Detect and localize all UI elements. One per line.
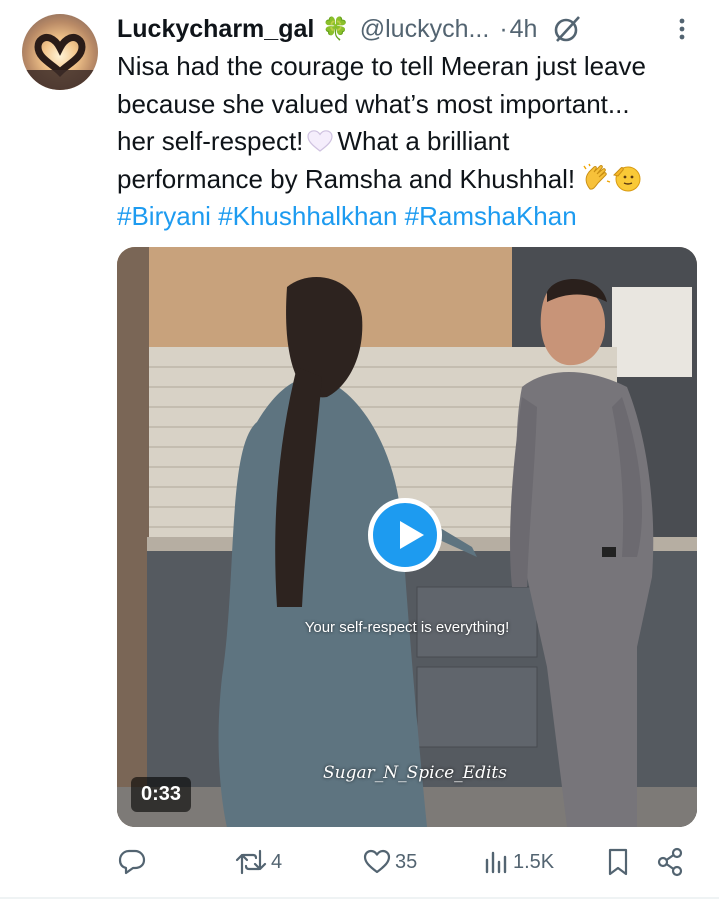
saluting-face-emoji (613, 166, 641, 191)
like-count: 35 (395, 850, 418, 873)
tweet-line-1: Nisa had the courage to tell Meeran just… (117, 51, 646, 81)
play-button[interactable] (368, 498, 442, 572)
white-heart-emoji (307, 130, 334, 152)
retweet-icon (235, 849, 267, 875)
reply-button[interactable] (117, 845, 147, 879)
display-name[interactable]: Luckycharm_gal (117, 15, 314, 44)
tweet-line-4a: performance by Ramsha and Khushhal! (117, 163, 576, 194)
tweet-line-3a: her self-respect! (117, 126, 304, 156)
avatar[interactable] (22, 14, 98, 90)
timestamp[interactable]: 4h (510, 15, 538, 44)
video-duration: 0:33 (131, 777, 192, 812)
grok-icon[interactable] (551, 13, 583, 45)
video-player[interactable]: Your self-respect is everything! Sugar_N… (117, 247, 697, 827)
share-button[interactable] (656, 845, 684, 879)
video-caption: Your self-respect is everything! (304, 619, 510, 636)
user-handle[interactable]: @luckych... (360, 15, 490, 44)
hashtags-line: #Biryani #Khushhalkhan #RamshaKhan (117, 198, 713, 236)
tweet-header: Luckycharm_gal 🍀 @luckych... · 4h (117, 14, 707, 44)
action-bar: 4 35 1.5K (117, 845, 697, 879)
heart-icon (363, 849, 391, 874)
views-count: 1.5K (513, 850, 555, 873)
like-button[interactable]: 35 (363, 845, 417, 879)
tweet-line-2: because she valued what’s most important… (117, 88, 630, 119)
views-icon (485, 851, 507, 874)
views-button[interactable]: 1.5K (483, 845, 554, 879)
separator-dot: · (499, 14, 508, 43)
tweet-line-4: performance by Ramsha and Khushhal! (117, 161, 713, 199)
reply-icon (118, 849, 146, 875)
clover-emoji: 🍀 (322, 16, 350, 41)
tweet-line-3b: What a brilliant (337, 126, 510, 156)
hashtag-biryani[interactable]: #Biryani (117, 201, 211, 231)
video-watermark: Sugar_N_Spice_Edits (323, 763, 507, 783)
more-options-icon[interactable] (675, 14, 689, 44)
tweet-text: Nisa had the courage to tell Meeran just… (117, 48, 713, 236)
hashtag-ramshakhan[interactable]: #RamshaKhan (405, 201, 577, 231)
clapping-hands-emoji (583, 163, 611, 190)
bookmark-icon (608, 848, 628, 876)
hashtag-khushhalkhan[interactable]: #Khushhalkhan (218, 201, 397, 231)
retweet-count: 4 (271, 850, 283, 873)
bookmark-button[interactable] (607, 845, 629, 879)
tweet-line-3: her self-respect! What a brilliant (117, 123, 713, 161)
retweet-button[interactable]: 4 (235, 845, 282, 879)
share-icon (657, 847, 683, 877)
